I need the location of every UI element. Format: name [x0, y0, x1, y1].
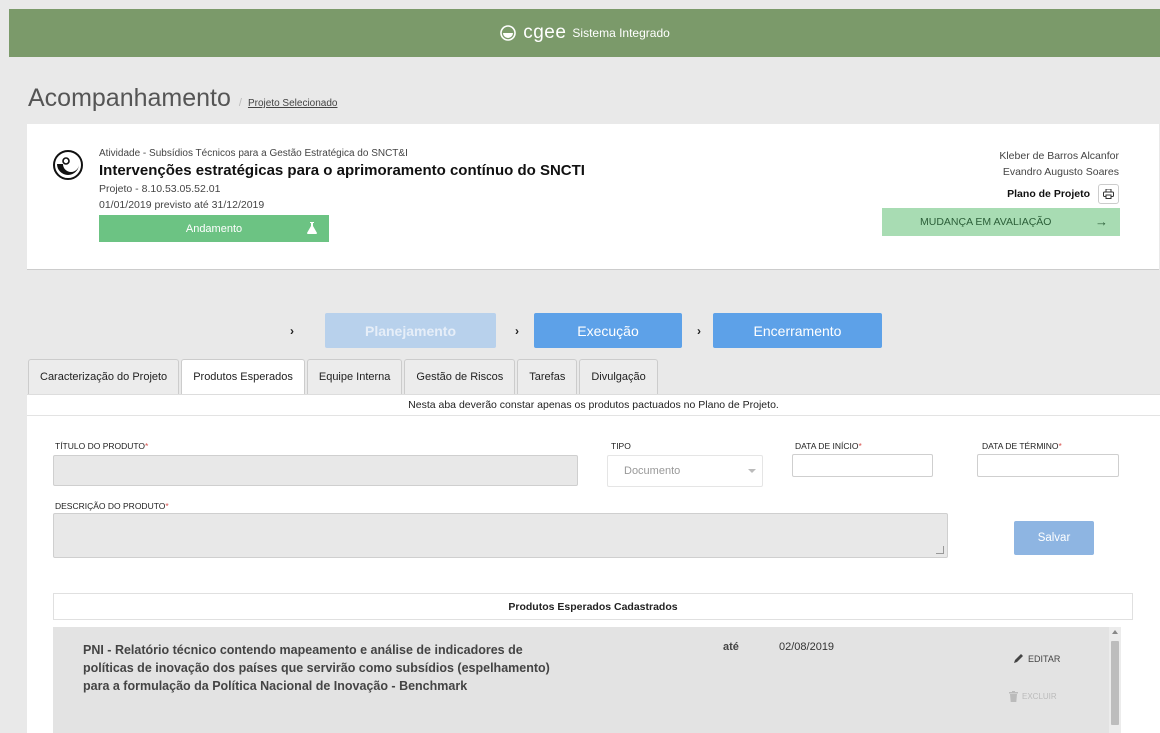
tab-divulgacao[interactable]: Divulgação [579, 359, 658, 394]
project-plan: Plano de Projeto [1007, 184, 1119, 204]
panel-note: Nesta aba deverão constar apenas os prod… [408, 399, 779, 411]
arrow-right-icon: → [1095, 214, 1108, 229]
project-title: Intervenções estratégicas para o aprimor… [99, 162, 585, 179]
delete-label: EXCLUIR [1022, 692, 1057, 701]
cgee-swirl-icon [500, 25, 517, 41]
project-people: Kleber de Barros Alcanfor Evandro August… [999, 148, 1119, 180]
scrollbar-thumb[interactable] [1111, 641, 1119, 725]
product-title-label: Título do Produto* [55, 441, 149, 451]
plan-label: Plano de Projeto [1007, 188, 1090, 200]
change-evaluation-button[interactable]: MUDANÇA EM AVALIAÇÃO → [882, 208, 1120, 236]
type-select[interactable]: Documento [607, 455, 763, 487]
system-name: Sistema Integrado [572, 26, 670, 40]
edit-label: EDITAR [1028, 653, 1061, 664]
pencil-icon [1014, 654, 1023, 663]
chevron-down-icon [748, 469, 756, 473]
resize-handle-icon[interactable] [936, 546, 944, 554]
description-textarea[interactable] [53, 513, 948, 558]
product-title-input[interactable] [53, 455, 578, 486]
tab-tarefas[interactable]: Tarefas [517, 359, 578, 394]
project-code: Projeto - 8.10.53.05.52.01 [99, 183, 221, 195]
product-description: PNI - Relatório técnico contendo mapeame… [83, 643, 550, 693]
breadcrumb-link[interactable]: Projeto Selecionado [248, 98, 338, 109]
brand-logo[interactable]: cgee [499, 22, 566, 44]
chevron-right-icon: › [515, 324, 519, 338]
tab-bar: Caracterização do Projeto Produtos Esper… [28, 359, 660, 394]
status-badge[interactable]: Andamento [99, 215, 329, 242]
end-date-label: Data de Término* [982, 441, 1062, 451]
tab-gestao-riscos[interactable]: Gestão de Riscos [404, 359, 516, 394]
change-label: MUDANÇA EM AVALIAÇÃO [920, 216, 1052, 228]
step-label: Execução [577, 322, 639, 339]
step-label: Planejamento [364, 322, 457, 339]
divider [27, 415, 1160, 416]
product-until-label: até [723, 641, 739, 653]
breadcrumb-separator: / [238, 97, 242, 109]
person-name: Evandro Augusto Soares [1002, 166, 1119, 178]
product-date: 02/08/2019 [779, 641, 835, 653]
page-title: Acompanhamento [28, 84, 231, 112]
brand-name: cgee [523, 22, 567, 43]
project-dates: 01/01/2019 previsto até 31/12/2019 [99, 199, 265, 211]
list-scrollbar[interactable] [1109, 627, 1121, 733]
step-label: Encerramento [753, 322, 842, 339]
start-date-input[interactable] [792, 454, 933, 477]
page-header: Acompanhamento / Projeto Selecionado [28, 84, 337, 113]
products-list-header: Produtos Esperados Cadastrados [53, 593, 1133, 620]
status-label: Andamento [185, 222, 243, 235]
person-name: Kleber de Barros Alcanfor [999, 150, 1119, 162]
chevron-right-icon: › [697, 324, 701, 338]
description-label: Descrição do Produto* [55, 501, 169, 511]
flask-icon [307, 222, 317, 234]
edit-button[interactable]: EDITAR [1013, 653, 1060, 664]
project-activity: Atividade - Subsídios Técnicos para a Ge… [99, 148, 408, 159]
cgee-logo-icon [53, 150, 83, 180]
delete-button[interactable]: EXCLUIR [1009, 691, 1057, 702]
save-button[interactable]: Salvar [1014, 521, 1094, 555]
tab-produtos-esperados[interactable]: Produtos Esperados [181, 359, 305, 394]
chevron-right-icon: › [290, 324, 294, 338]
print-icon [1103, 189, 1114, 199]
step-planejamento: Planejamento [325, 313, 496, 348]
products-panel: Nesta aba deverão constar apenas os prod… [27, 394, 1160, 733]
scroll-up-icon[interactable] [1112, 630, 1118, 634]
top-bar: cgee Sistema Integrado [9, 9, 1160, 57]
tab-equipe-interna[interactable]: Equipe Interna [306, 359, 403, 394]
type-label: Tipo [611, 441, 631, 451]
type-select-value: Documento [624, 465, 681, 477]
list-item: PNI - Relatório técnico contendo mapeame… [53, 627, 1121, 733]
tab-caracterizacao[interactable]: Caracterização do Projeto [28, 359, 180, 394]
step-encerramento[interactable]: Encerramento [713, 313, 882, 348]
step-execucao[interactable]: Execução [534, 313, 682, 348]
trash-icon [1009, 691, 1018, 702]
project-card: Atividade - Subsídios Técnicos para a Ge… [27, 124, 1159, 270]
workflow-steps: › Planejamento › Execução › Encerramento [0, 313, 1160, 348]
start-date-label: Data de Início* [795, 441, 862, 451]
print-button[interactable] [1098, 184, 1119, 204]
end-date-input[interactable] [977, 454, 1119, 477]
